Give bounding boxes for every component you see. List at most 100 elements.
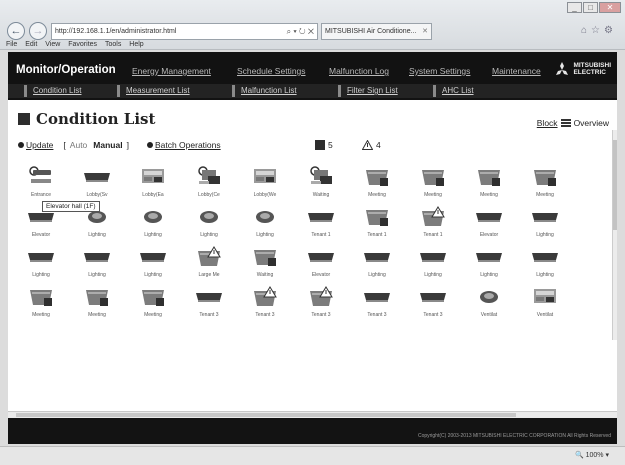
unit-label: Lighting <box>88 272 106 278</box>
unit-tile[interactable]: Lighting <box>69 243 125 283</box>
batch-operations-link[interactable]: Batch Operations <box>155 140 221 150</box>
menu-tools[interactable]: Tools <box>105 41 121 48</box>
unit-tile[interactable]: Tenant 3 <box>405 283 461 323</box>
nav-energy-management[interactable]: Energy Management <box>132 66 211 76</box>
back-arrow-icon[interactable]: ← <box>7 22 25 40</box>
unit-tile[interactable]: Tenant 3 <box>237 283 293 323</box>
unit-tile[interactable]: Lighting <box>517 243 573 283</box>
maximize-icon[interactable]: □ <box>583 2 598 13</box>
unit-tile[interactable]: Lobby(Sv <box>69 163 125 203</box>
nav-schedule-settings[interactable]: Schedule Settings <box>237 66 306 76</box>
unit-tile[interactable]: Lighting <box>349 243 405 283</box>
window-controls: _ □ ✕ <box>567 2 621 13</box>
unit-tile[interactable]: Lobby(Ea <box>125 163 181 203</box>
unit-label: Ventilat <box>536 312 554 318</box>
unit-tile[interactable]: Elevator <box>461 203 517 243</box>
unit-label: Lighting <box>536 232 554 238</box>
manual-option[interactable]: Manual <box>93 140 122 150</box>
unit-tile[interactable]: Meeting <box>517 163 573 203</box>
unit-label: Lighting <box>368 272 386 278</box>
subnav-filter-sign-list[interactable]: Filter Sign List <box>338 85 398 97</box>
unit-tile[interactable]: Lighting <box>461 243 517 283</box>
ceiling-cassette-icon <box>13 166 69 188</box>
batch-dot-icon <box>146 142 153 148</box>
page-title: Condition List <box>18 110 155 128</box>
subnav-ahc-list[interactable]: AHC List <box>433 85 474 97</box>
menu-edit[interactable]: Edit <box>25 41 37 48</box>
auto-option[interactable]: Auto <box>70 140 88 150</box>
unit-tile[interactable]: Lighting <box>237 203 293 243</box>
unit-tile[interactable]: Lobby(Ce <box>181 163 237 203</box>
unit-tile[interactable]: Waiting <box>293 163 349 203</box>
address-bar[interactable]: http://192.168.1.1/en/administrator.html… <box>51 23 318 40</box>
minimize-icon[interactable]: _ <box>567 2 582 13</box>
unit-label: Elevator <box>479 232 499 238</box>
floor-unit-icon <box>405 166 461 188</box>
vertical-scroll-thumb[interactable] <box>613 140 617 230</box>
unit-tile[interactable]: Meeting <box>349 163 405 203</box>
browser-toolbar-icons[interactable]: ⌂☆⚙ <box>581 25 617 36</box>
browser-chrome: _ □ ✕ ← → http://192.168.1.1/en/administ… <box>0 0 625 50</box>
unit-tile[interactable]: Tenant 3 <box>293 283 349 323</box>
unit-tile[interactable]: Ventilat <box>517 283 573 323</box>
mitsubishi-logo: MITSUBISHI ELECTRIC <box>554 62 611 76</box>
bracket-open: [ <box>63 140 66 150</box>
forward-arrow-icon[interactable]: → <box>29 22 47 40</box>
browser-tab[interactable]: MITSUBISHI Air Conditione... ✕ <box>321 23 432 40</box>
unit-tile[interactable]: Tenant 3 <box>349 283 405 323</box>
unit-tile[interactable]: Entrance <box>13 163 69 203</box>
unit-tile[interactable]: Lighting <box>13 243 69 283</box>
unit-label: Meeting <box>368 192 386 198</box>
vertical-scrollbar[interactable] <box>612 130 617 340</box>
unit-tile[interactable]: Meeting <box>13 283 69 323</box>
unit-tile[interactable]: Waiting <box>237 243 293 283</box>
floor-unit-icon <box>517 166 573 188</box>
unit-tile[interactable]: Meeting <box>125 283 181 323</box>
subnav-malfunction-list[interactable]: Malfunction List <box>232 85 297 97</box>
unit-tile[interactable]: Meeting <box>69 283 125 323</box>
unit-tile[interactable]: Meeting <box>461 163 517 203</box>
tab-close-icon[interactable]: ✕ <box>422 24 428 39</box>
unit-tile[interactable]: Lighting <box>405 243 461 283</box>
floor-unit-icon <box>349 206 405 228</box>
app-title[interactable]: Monitor/Operation <box>16 64 116 76</box>
unit-tile[interactable]: Tenant 1 <box>349 203 405 243</box>
menu-help[interactable]: Help <box>129 41 143 48</box>
menu-view[interactable]: View <box>45 41 60 48</box>
update-link[interactable]: Update <box>26 140 53 150</box>
unit-tile[interactable]: Tenant 1 <box>405 203 461 243</box>
subnav-measurement-list[interactable]: Measurement List <box>117 85 190 97</box>
unit-tile[interactable]: Tenant 3 <box>181 283 237 323</box>
unit-tile[interactable]: Meeting <box>405 163 461 203</box>
unit-tile[interactable]: Tenant 1 <box>293 203 349 243</box>
nav-maintenance[interactable]: Maintenance <box>492 66 541 76</box>
overview-label[interactable]: Overview <box>574 118 609 128</box>
horizontal-scroll-thumb[interactable] <box>16 413 516 417</box>
unit-label: Waiting <box>256 272 274 278</box>
close-icon[interactable]: ✕ <box>599 2 621 13</box>
unit-label: Tenant 1 <box>367 232 387 238</box>
unit-tile[interactable]: Lighting <box>125 243 181 283</box>
unit-tile[interactable]: Lighting <box>517 203 573 243</box>
overview-list-icon[interactable] <box>560 119 571 127</box>
subnav-condition-list[interactable]: Condition List <box>24 85 81 97</box>
unit-label: Meeting <box>480 192 498 198</box>
title-square-icon <box>18 113 30 125</box>
menu-file[interactable]: File <box>6 41 17 48</box>
nav-malfunction-log[interactable]: Malfunction Log <box>329 66 389 76</box>
nav-system-settings[interactable]: System Settings <box>409 66 470 76</box>
menu-favorites[interactable]: Favorites <box>68 41 97 48</box>
unit-tile[interactable]: Lighting <box>125 203 181 243</box>
unit-label: Tenant 3 <box>367 312 387 318</box>
unit-tile[interactable]: Large Me <box>181 243 237 283</box>
unit-tile[interactable]: Lighting <box>181 203 237 243</box>
zoom-level[interactable]: 🔍 100% ▾ <box>575 451 609 459</box>
unit-tile[interactable]: Ventilat <box>461 283 517 323</box>
unit-tile[interactable]: Elevator <box>293 243 349 283</box>
unit-label: Lighting <box>536 272 554 278</box>
address-tools-icons[interactable]: ⌕ ▾ ↻ ✕ <box>287 24 314 39</box>
unit-tile[interactable]: Lobby(We <box>237 163 293 203</box>
block-view-link[interactable]: Block <box>537 118 558 128</box>
horizontal-scrollbar[interactable] <box>8 411 617 418</box>
list-toolbar: Update [ Auto Manual ] Batch Operations <box>18 140 221 150</box>
